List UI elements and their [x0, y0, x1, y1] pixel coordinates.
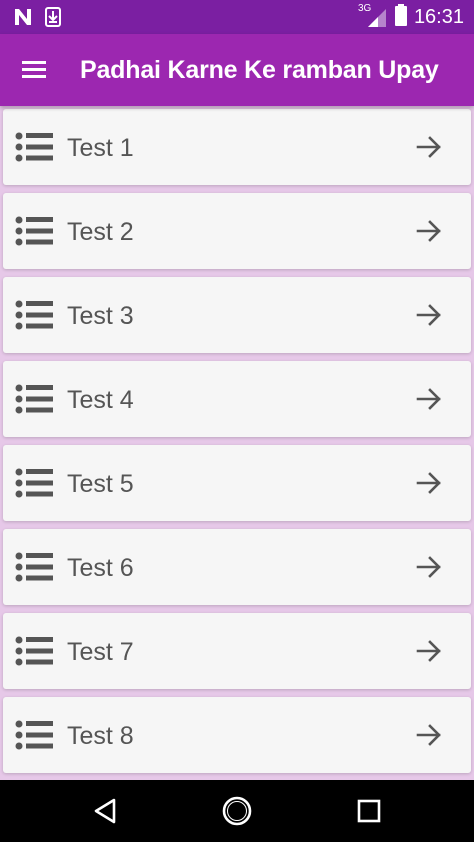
list-bullets-icon	[15, 383, 55, 415]
arrow-right-icon[interactable]	[415, 133, 443, 161]
list-bullets-icon	[15, 299, 55, 331]
list-item-test-3[interactable]: Test 3	[3, 277, 471, 353]
arrow-right-icon[interactable]	[415, 637, 443, 665]
recents-icon[interactable]	[351, 793, 387, 829]
battery-icon	[394, 3, 408, 32]
list-bullets-icon	[15, 635, 55, 667]
test-list: Test 1 Test 2 Test 3 Test 4 Test 5 Test …	[0, 106, 474, 780]
test-label: Test 7	[67, 638, 134, 666]
test-label: Test 8	[67, 722, 134, 750]
list-item-test-4[interactable]: Test 4	[3, 361, 471, 437]
system-nav-bar	[0, 780, 474, 842]
hamburger-menu-icon[interactable]	[20, 56, 50, 84]
arrow-right-icon[interactable]	[415, 469, 443, 497]
back-icon[interactable]	[87, 793, 123, 829]
arrow-right-icon[interactable]	[415, 553, 443, 581]
list-bullets-icon	[15, 719, 55, 751]
home-icon[interactable]	[219, 793, 255, 829]
list-bullets-icon	[15, 215, 55, 247]
list-bullets-icon	[15, 467, 55, 499]
page-title: Padhai Karne Ke ramban Upay	[80, 56, 439, 84]
test-label: Test 2	[67, 218, 134, 246]
app-bar: Padhai Karne Ke ramban Upay	[0, 34, 474, 106]
status-notifications	[12, 6, 62, 33]
list-bullets-icon	[15, 131, 55, 163]
arrow-right-icon[interactable]	[415, 217, 443, 245]
list-item-test-6[interactable]: Test 6	[3, 529, 471, 605]
status-indicators: 3G 16:31	[358, 3, 464, 32]
download-notification-icon	[44, 6, 62, 33]
signal-icon: 3G	[358, 3, 388, 29]
n-notification-icon	[12, 6, 34, 33]
list-item-test-5[interactable]: Test 5	[3, 445, 471, 521]
test-label: Test 5	[67, 470, 134, 498]
test-label: Test 4	[67, 386, 134, 414]
list-item-test-8[interactable]: Test 8	[3, 697, 471, 773]
test-label: Test 6	[67, 554, 134, 582]
list-bullets-icon	[15, 551, 55, 583]
list-item-test-1[interactable]: Test 1	[3, 109, 471, 185]
arrow-right-icon[interactable]	[415, 385, 443, 413]
status-bar: 3G 16:31	[0, 0, 474, 34]
list-item-test-2[interactable]: Test 2	[3, 193, 471, 269]
arrow-right-icon[interactable]	[415, 301, 443, 329]
list-item-test-7[interactable]: Test 7	[3, 613, 471, 689]
status-time: 16:31	[413, 6, 464, 28]
test-label: Test 3	[67, 302, 134, 330]
arrow-right-icon[interactable]	[415, 721, 443, 749]
test-label: Test 1	[67, 134, 134, 162]
